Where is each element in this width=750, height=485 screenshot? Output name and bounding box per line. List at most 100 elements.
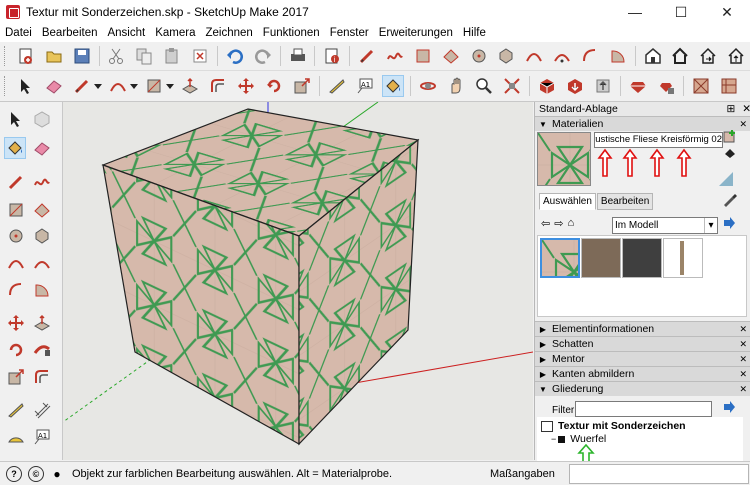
section-header-shadows[interactable]: ▶ Schatten ✕ [535,336,750,351]
model-info-icon[interactable]: i [321,45,343,67]
minimize-button[interactable]: — [612,0,658,24]
rotated-rect-icon[interactable] [440,45,462,67]
extension-manager-icon[interactable] [655,75,677,97]
tape-measure-side-icon[interactable] [5,399,27,421]
copy-icon[interactable] [133,45,155,67]
outliner-details-icon[interactable] [721,399,737,415]
line-tool-icon[interactable] [71,75,93,97]
make-component-icon[interactable] [31,108,53,130]
section-close-icon[interactable]: ✕ [739,119,747,130]
cut-icon[interactable] [106,45,128,67]
arc2-icon[interactable] [551,45,573,67]
section-header-soften-edges[interactable]: ▶ Kanten abmildern ✕ [535,366,750,381]
paint-bucket-tool-icon[interactable] [4,137,26,159]
details-arrow-icon[interactable] [721,215,737,231]
select-arrow-icon[interactable] [15,75,37,97]
menu-bearbeiten[interactable]: Bearbeiten [37,27,103,39]
toolbar-grip[interactable] [4,46,8,66]
section-close-icon[interactable]: ✕ [739,339,747,350]
polygon-tool-icon[interactable] [31,225,53,247]
outliner-model-row[interactable]: Textur mit Sonderzeichen [541,420,686,432]
forward-arrow-icon[interactable]: ⇨ [554,217,563,230]
orbit-icon[interactable] [417,75,439,97]
offset-icon[interactable] [207,75,229,97]
home-icon[interactable] [670,45,692,67]
material-swatch-wood-strip[interactable] [663,238,703,278]
arc-tool-side-icon[interactable] [5,252,27,274]
eraser-tool-icon[interactable] [31,137,53,159]
pan-hand-icon[interactable] [445,75,467,97]
menu-datei[interactable]: Datei [0,27,37,39]
geolocation-icon[interactable]: ? [6,465,22,482]
pie-tool-side-icon[interactable] [31,279,53,301]
material-name-field[interactable]: Mosaik Fliese Keramik, rustische Fliese … [594,132,723,148]
menu-fenster[interactable]: Fenster [325,27,374,39]
tape-measure-icon[interactable] [326,75,348,97]
undo-icon[interactable] [224,45,246,67]
zoom-extents-icon[interactable] [501,75,523,97]
upload-icon[interactable] [725,45,747,67]
follow-me-icon[interactable] [31,339,53,361]
collection-select[interactable]: Im Modell ▾ [612,217,718,234]
maximize-button[interactable]: ☐ [658,0,704,24]
push-pull-side-icon[interactable] [31,312,53,334]
dimension-icon[interactable] [31,399,53,421]
rectangle-icon[interactable] [412,45,434,67]
scale-icon[interactable] [291,75,313,97]
section-close-icon[interactable]: ✕ [739,369,747,380]
paint-bucket-icon[interactable] [382,75,404,97]
sample-paint-icon[interactable] [721,191,737,207]
layout-icon[interactable] [718,75,740,97]
tab-select[interactable]: Auswählen [539,193,596,210]
menu-zeichnen[interactable]: Zeichnen [200,27,257,39]
rotate-tool-side-icon[interactable] [5,339,27,361]
text-tool-icon[interactable]: A1 [354,75,376,97]
textured-cube-drawing[interactable] [63,102,533,460]
open-folder-icon[interactable] [43,45,65,67]
arc-icon[interactable] [523,45,545,67]
warehouse-icon[interactable] [642,45,664,67]
back-arrow-icon[interactable]: ⇦ [541,217,550,230]
section-close-icon[interactable]: ✕ [739,324,747,335]
pie-icon[interactable] [607,45,629,67]
menu-erweiterungen[interactable]: Erweiterungen [374,27,458,39]
arc2-tool-side-icon[interactable] [31,252,53,274]
menu-ansicht[interactable]: Ansicht [102,27,150,39]
section-header-entity-info[interactable]: ▶ Elementinformationen ✕ [535,321,750,336]
arc-tool-icon[interactable] [107,75,129,97]
new-file-icon[interactable] [15,45,37,67]
line-tool-side-icon[interactable] [5,171,27,193]
shape-tool-icon[interactable] [143,75,165,97]
select-tool-icon[interactable] [5,108,27,130]
ruby-extension-icon[interactable] [627,75,649,97]
material-swatch-selected[interactable] [540,238,580,278]
warehouse-3d-icon[interactable] [536,75,558,97]
section-close-icon[interactable]: ✕ [739,354,747,365]
arc3-tool-side-icon[interactable] [5,279,27,301]
material-swatch-stone[interactable] [581,238,621,278]
tree-expander-icon[interactable]: − [551,434,556,444]
print-icon[interactable] [287,45,309,67]
circle-icon[interactable] [468,45,490,67]
freehand-icon[interactable] [384,45,406,67]
offset-tool-side-icon[interactable] [31,366,53,388]
text-tool-side-icon[interactable]: A1 [31,426,53,448]
menu-kamera[interactable]: Kamera [150,27,200,39]
materials-section-header[interactable]: ▼ Materialien ✕ [535,116,750,131]
home-library-icon[interactable]: ⌂ [567,217,574,230]
share-component-icon[interactable] [592,75,614,97]
move-icon[interactable] [235,75,257,97]
polygon-icon[interactable] [495,45,517,67]
arc-dropdown-caret[interactable] [130,83,138,89]
push-pull-icon[interactable] [179,75,201,97]
protractor-icon[interactable] [5,426,27,448]
rectangle-tool-icon[interactable] [5,199,27,221]
get-models-icon[interactable] [564,75,586,97]
drawing-viewport[interactable] [63,102,533,460]
eraser-icon[interactable] [43,75,65,97]
rotated-rect-tool-icon[interactable] [31,199,53,221]
line-dropdown-caret[interactable] [94,83,102,89]
freehand-tool-icon[interactable] [31,171,53,193]
pencil-line-icon[interactable] [356,45,378,67]
tray-close-icon[interactable]: ✕ [742,103,750,115]
